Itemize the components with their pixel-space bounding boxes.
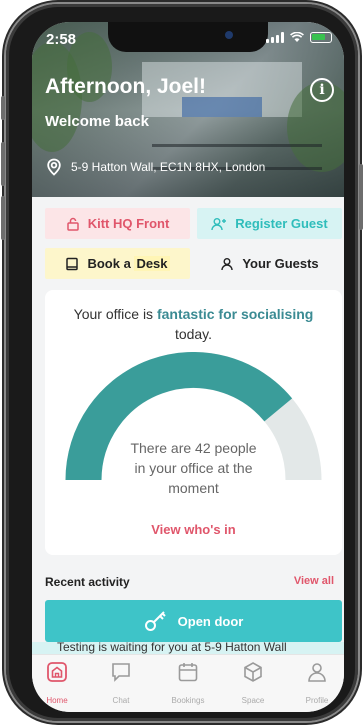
your-guests-button[interactable]: Your Guests: [197, 248, 342, 279]
person-icon: [221, 257, 234, 270]
status-icons: [266, 32, 332, 43]
cube-icon: [244, 662, 262, 682]
office-address[interactable]: 5-9 Hatton Wall, EC1N 8HX, London: [45, 158, 265, 176]
lock-icon: [66, 217, 79, 231]
book-icon: [66, 257, 79, 270]
welcome-subtitle: Welcome back: [45, 113, 149, 130]
book-desk-prefix: Book a: [87, 256, 131, 271]
key-icon: [144, 611, 166, 631]
your-guests-label: Your Guests: [242, 256, 319, 271]
greeting-title: Afternoon, Joel!: [45, 75, 206, 98]
register-guest-label: Register Guest: [235, 216, 328, 231]
view-whos-in-link[interactable]: View who's in: [45, 522, 342, 537]
profile-icon: [308, 663, 326, 682]
book-desk-word: Desk: [134, 256, 170, 271]
battery-icon: [310, 32, 332, 43]
power-button: [359, 164, 363, 230]
hero-banner: 2:58 Afternoon, Joel! Welcome back i 5-9…: [32, 22, 344, 197]
office-status-card: Your office is fantastic for socialising…: [45, 290, 342, 555]
tab-profile[interactable]: Profile: [286, 661, 344, 705]
book-desk-button[interactable]: Book a Desk: [45, 248, 190, 279]
open-door-label: Open door: [177, 613, 244, 629]
calendar-icon: [178, 663, 198, 682]
activity-notification-text: Testing is waiting for you at 5-9 Hatton…: [57, 642, 287, 654]
recent-activity-title: Recent activity: [45, 575, 130, 589]
bottom-tab-bar: Home Chat Bookings Space Profile: [32, 654, 344, 712]
volume-down-button: [1, 196, 5, 240]
app-screen: 2:58 Afternoon, Joel! Welcome back i 5-9…: [32, 22, 344, 712]
kitt-hq-front-label: Kitt HQ Front: [87, 216, 170, 231]
camera-dot: [225, 31, 233, 39]
phone-frame: 2:58 Afternoon, Joel! Welcome back i 5-9…: [1, 4, 363, 721]
wifi-icon: [290, 32, 304, 43]
info-icon[interactable]: i: [310, 78, 334, 102]
add-person-icon: [211, 217, 227, 230]
register-guest-button[interactable]: Register Guest: [197, 208, 342, 239]
signal-icon: [266, 32, 284, 43]
tab-chat[interactable]: Chat: [90, 661, 152, 705]
tab-space[interactable]: Space: [222, 661, 284, 705]
office-status-suffix: today.: [174, 326, 213, 342]
office-status-emphasis: fantastic for socialising: [156, 306, 314, 322]
location-pin-icon: [47, 158, 61, 176]
status-time: 2:58: [46, 31, 77, 48]
volume-up-button: [1, 142, 5, 186]
kitt-hq-front-button[interactable]: Kitt HQ Front: [45, 208, 190, 239]
tab-bookings[interactable]: Bookings: [157, 661, 219, 705]
open-door-button[interactable]: Open door: [45, 600, 342, 642]
tab-home[interactable]: Home: [32, 661, 88, 705]
office-status-line: Your office is fantastic for socialising: [73, 306, 314, 322]
phone-notch: [108, 22, 268, 52]
chat-icon: [112, 663, 130, 682]
occupancy-text: There are 42 people in your office at th…: [130, 440, 257, 496]
home-icon: [47, 662, 67, 682]
view-all-link[interactable]: View all: [294, 575, 334, 587]
address-text: 5-9 Hatton Wall, EC1N 8HX, London: [71, 160, 266, 174]
mute-switch: [1, 96, 5, 120]
